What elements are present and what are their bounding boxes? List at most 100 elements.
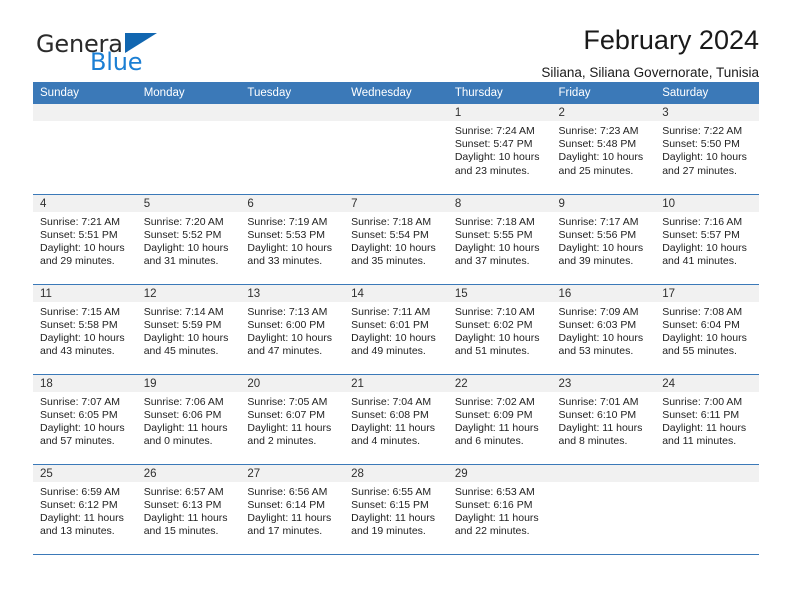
calendar-day-cell[interactable]: 1 Sunrise: 7:24 AM Sunset: 5:47 PM Daylight…: [447, 104, 552, 195]
calendar-day-cell[interactable]: 26 Sunrise: 6:57 AM Sunset: 6:13 PM Dayligh…: [136, 464, 241, 555]
weekday-header-wednesday: Wednesday: [344, 82, 448, 104]
calendar-day-cell-empty: [136, 104, 241, 195]
calendar-day-cell[interactable]: 23 Sunrise: 7:01 AM Sunset: 6:10 PM Dayligh…: [551, 374, 656, 465]
sunrise-text: Sunrise: 6:55 AM: [351, 485, 432, 498]
calendar-day-cell[interactable]: 12 Sunrise: 7:14 AM Sunset: 5:59 PM Dayligh…: [136, 284, 241, 375]
sunrise-text: Sunrise: 6:59 AM: [40, 485, 120, 498]
sunrise-text: Sunrise: 7:06 AM: [143, 395, 224, 408]
day-number: 7: [344, 194, 448, 212]
calendar-week-row: 18 Sunrise: 7:07 AM Sunset: 6:05 PM Dayligh…: [33, 374, 759, 465]
sunrise-text: Sunrise: 6:53 AM: [454, 485, 535, 498]
calendar-day-cell[interactable]: 25 Sunrise: 6:59 AM Sunset: 6:12 PM Dayligh…: [33, 464, 137, 555]
calendar-day-cell[interactable]: 10 Sunrise: 7:16 AM Sunset: 5:57 PM Dayligh…: [655, 194, 759, 285]
daylight-text: Daylight: 10 hours and 23 minutes.: [454, 151, 540, 177]
calendar-day-cell[interactable]: 4 Sunrise: 7:21 AM Sunset: 5:51 PM Daylight…: [33, 194, 137, 285]
day-number: 18: [33, 374, 137, 392]
sunrise-text: Sunrise: 7:17 AM: [558, 215, 639, 228]
sunset-text: Sunset: 6:04 PM: [662, 318, 740, 331]
day-number: 29: [447, 464, 552, 482]
day-number: 6: [240, 194, 345, 212]
sunrise-text: Sunrise: 7:23 AM: [558, 125, 639, 137]
calendar-day-cell[interactable]: 22 Sunrise: 7:02 AM Sunset: 6:09 PM Dayligh…: [447, 374, 552, 465]
day-number: 3: [655, 104, 759, 121]
sunset-text: Sunset: 6:07 PM: [247, 408, 326, 421]
sunrise-text: Sunrise: 7:14 AM: [143, 305, 224, 318]
daylight-text: Daylight: 11 hours and 4 minutes.: [351, 421, 435, 448]
general-blue-logo[interactable]: General Blue: [33, 24, 163, 76]
calendar-day-cell[interactable]: 13 Sunrise: 7:13 AM Sunset: 6:00 PM Dayligh…: [240, 284, 345, 375]
calendar-day-cell[interactable]: 11 Sunrise: 7:15 AM Sunset: 5:58 PM Dayligh…: [33, 284, 137, 375]
daylight-text: Daylight: 11 hours and 6 minutes.: [454, 421, 539, 448]
daylight-text: Daylight: 10 hours and 51 minutes.: [454, 331, 540, 358]
sunset-text: Sunset: 6:13 PM: [143, 498, 222, 511]
day-number: [240, 104, 345, 121]
sunrise-text: Sunrise: 7:21 AM: [40, 215, 120, 228]
calendar-week-row: 1 Sunrise: 7:24 AM Sunset: 5:47 PM Daylight…: [33, 104, 759, 195]
sunrise-text: Sunrise: 7:20 AM: [143, 215, 224, 228]
calendar-day-cell[interactable]: 16 Sunrise: 7:09 AM Sunset: 6:03 PM Dayligh…: [551, 284, 656, 375]
sunrise-text: Sunrise: 7:10 AM: [454, 305, 535, 318]
weekday-header-monday: Monday: [136, 82, 241, 104]
calendar-day-cell[interactable]: 8 Sunrise: 7:18 AM Sunset: 5:55 PM Daylight…: [447, 194, 552, 285]
sunrise-text: Sunrise: 7:05 AM: [247, 395, 328, 408]
calendar-day-cell[interactable]: 2 Sunrise: 7:23 AM Sunset: 5:48 PM Daylight…: [551, 104, 656, 195]
calendar-day-cell[interactable]: 27 Sunrise: 6:56 AM Sunset: 6:14 PM Dayligh…: [240, 464, 345, 555]
sunrise-text: Sunrise: 7:19 AM: [247, 215, 328, 228]
day-details: Sunrise: 7:22 AM Sunset: 5:50 PM Daylight:…: [655, 121, 759, 178]
calendar-day-cell[interactable]: 24 Sunrise: 7:00 AM Sunset: 6:11 PM Dayligh…: [655, 374, 759, 465]
day-details: Sunrise: 7:18 AM Sunset: 5:54 PM Daylight:…: [344, 212, 448, 269]
sunrise-text: Sunrise: 7:24 AM: [454, 125, 535, 137]
day-details: Sunrise: 7:02 AM Sunset: 6:09 PM Daylight:…: [448, 392, 552, 449]
calendar-day-cell[interactable]: 17 Sunrise: 7:08 AM Sunset: 6:04 PM Dayligh…: [655, 284, 759, 375]
day-number: 27: [240, 464, 345, 482]
day-number: 17: [655, 284, 759, 302]
title-block: February 2024 Siliana, Siliana Governora…: [163, 24, 759, 82]
calendar-day-cell[interactable]: 28 Sunrise: 6:55 AM Sunset: 6:15 PM Dayligh…: [344, 464, 448, 555]
page-header: General Blue February 2024 Siliana, Sili…: [33, 0, 759, 80]
calendar-day-cell[interactable]: 21 Sunrise: 7:04 AM Sunset: 6:08 PM Dayligh…: [344, 374, 448, 465]
daylight-text: Daylight: 10 hours and 37 minutes.: [454, 241, 540, 268]
sunset-text: Sunset: 5:55 PM: [454, 228, 533, 241]
calendar-day-cell[interactable]: 7 Sunrise: 7:18 AM Sunset: 5:54 PM Daylight…: [344, 194, 448, 285]
day-number: 28: [344, 464, 448, 482]
daylight-text: Daylight: 10 hours and 25 minutes.: [558, 151, 644, 177]
calendar-day-cell-empty: [344, 104, 448, 195]
sunset-text: Sunset: 6:09 PM: [454, 408, 533, 421]
weekday-header-friday: Friday: [551, 82, 656, 104]
sunset-text: Sunset: 6:08 PM: [351, 408, 429, 421]
sunset-text: Sunset: 6:11 PM: [662, 408, 740, 421]
day-number: 23: [551, 374, 656, 392]
day-details: Sunrise: 7:09 AM Sunset: 6:03 PM Daylight:…: [552, 302, 656, 359]
weekday-header-tuesday: Tuesday: [240, 82, 345, 104]
day-details: Sunrise: 7:07 AM Sunset: 6:05 PM Daylight:…: [33, 392, 137, 449]
day-details: Sunrise: 7:04 AM Sunset: 6:08 PM Daylight:…: [344, 392, 448, 449]
calendar-day-cell[interactable]: 20 Sunrise: 7:05 AM Sunset: 6:07 PM Dayligh…: [240, 374, 345, 465]
calendar-day-cell[interactable]: 19 Sunrise: 7:06 AM Sunset: 6:06 PM Dayligh…: [136, 374, 241, 465]
day-number: [344, 104, 448, 121]
day-number: 8: [447, 194, 552, 212]
calendar-day-cell[interactable]: 5 Sunrise: 7:20 AM Sunset: 5:52 PM Daylight…: [136, 194, 241, 285]
day-number: 11: [33, 284, 137, 302]
daylight-text: Daylight: 11 hours and 2 minutes.: [247, 421, 332, 448]
calendar-body: 1 Sunrise: 7:24 AM Sunset: 5:47 PM Daylight…: [33, 104, 759, 555]
day-details: Sunrise: 7:01 AM Sunset: 6:10 PM Daylight:…: [552, 392, 656, 449]
day-details: Sunrise: 6:59 AM Sunset: 6:12 PM Daylight:…: [33, 482, 137, 539]
sunset-text: Sunset: 6:03 PM: [558, 318, 637, 331]
sunset-text: Sunset: 5:52 PM: [143, 228, 222, 241]
calendar-day-cell[interactable]: 15 Sunrise: 7:10 AM Sunset: 6:02 PM Dayligh…: [447, 284, 552, 375]
calendar-day-cell[interactable]: 9 Sunrise: 7:17 AM Sunset: 5:56 PM Daylight…: [551, 194, 656, 285]
daylight-text: Daylight: 10 hours and 31 minutes.: [143, 241, 229, 268]
calendar-day-cell-empty: [655, 464, 759, 555]
sunset-text: Sunset: 6:06 PM: [143, 408, 222, 421]
calendar-day-cell[interactable]: 18 Sunrise: 7:07 AM Sunset: 6:05 PM Dayligh…: [33, 374, 137, 465]
calendar-day-cell[interactable]: 29 Sunrise: 6:53 AM Sunset: 6:16 PM Dayligh…: [447, 464, 552, 555]
daylight-text: Daylight: 11 hours and 13 minutes.: [40, 511, 124, 538]
daylight-text: Daylight: 10 hours and 29 minutes.: [40, 241, 125, 268]
calendar-day-cell[interactable]: 6 Sunrise: 7:19 AM Sunset: 5:53 PM Daylight…: [240, 194, 345, 285]
sunrise-text: Sunrise: 7:01 AM: [558, 395, 639, 408]
sunset-text: Sunset: 6:00 PM: [247, 318, 326, 331]
day-details: Sunrise: 7:05 AM Sunset: 6:07 PM Daylight:…: [240, 392, 344, 449]
calendar-day-cell[interactable]: 3 Sunrise: 7:22 AM Sunset: 5:50 PM Daylight…: [655, 104, 759, 195]
calendar-day-cell[interactable]: 14 Sunrise: 7:11 AM Sunset: 6:01 PM Dayligh…: [344, 284, 448, 375]
daylight-text: Daylight: 10 hours and 55 minutes.: [662, 331, 747, 358]
